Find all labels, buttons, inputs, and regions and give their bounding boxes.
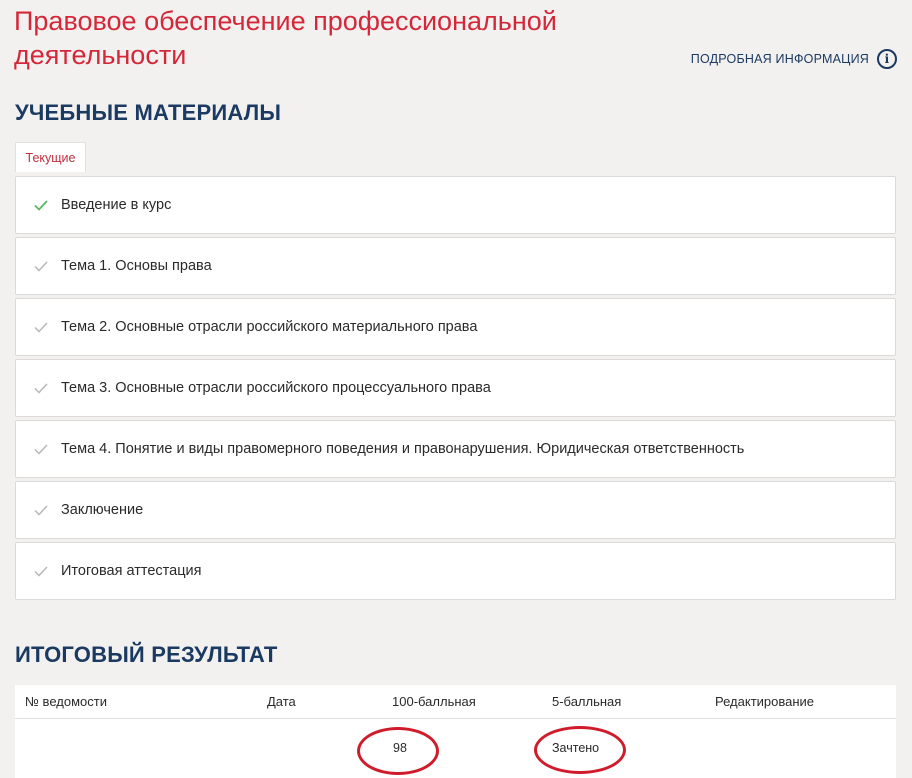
column-header-score-100: 100-балльная <box>392 694 476 709</box>
check-icon <box>34 564 54 578</box>
highlight-ellipse-score-5 <box>534 726 626 774</box>
info-icon[interactable]: i <box>877 49 897 69</box>
lesson-label: Тема 2. Основные отрасли российского мат… <box>61 319 478 335</box>
more-info-label: ПОДРОБНАЯ ИНФОРМАЦИЯ <box>690 52 869 66</box>
lesson-label: Тема 1. Основы права <box>61 258 212 274</box>
check-icon <box>34 442 54 456</box>
course-page: Правовое обеспечение профессиональной де… <box>0 0 912 778</box>
results-table: № ведомости Дата 100-балльная 5-балльная… <box>15 685 896 778</box>
lesson-label: Заключение <box>61 502 144 518</box>
more-info-link[interactable]: ПОДРОБНАЯ ИНФОРМАЦИЯ i <box>691 49 897 69</box>
materials-section-title: УЧЕБНЫЕ МАТЕРИАЛЫ <box>15 100 282 125</box>
lesson-list: Введение в курс Тема 1. Основы права Тем… <box>15 176 896 603</box>
lesson-item-intro[interactable]: Введение в курс <box>15 176 896 234</box>
check-icon <box>34 320 54 334</box>
lesson-item-conclusion[interactable]: Заключение <box>15 481 896 539</box>
lesson-item-final-exam[interactable]: Итоговая аттестация <box>15 542 896 600</box>
check-icon <box>34 381 54 395</box>
table-row: 98 Зачтено <box>15 719 896 778</box>
lesson-label: Введение в курс <box>61 197 172 213</box>
check-icon <box>34 503 54 517</box>
results-header: № ведомости Дата 100-балльная 5-балльная… <box>15 685 896 719</box>
results-section-title: ИТОГОВЫЙ РЕЗУЛЬТАТ <box>15 642 278 667</box>
lesson-item-topic-3[interactable]: Тема 3. Основные отрасли российского про… <box>15 359 896 417</box>
column-header-statement: № ведомости <box>25 694 107 709</box>
lesson-item-topic-2[interactable]: Тема 2. Основные отрасли российского мат… <box>15 298 896 356</box>
lesson-item-topic-4[interactable]: Тема 4. Понятие и виды правомерного пове… <box>15 420 896 478</box>
check-icon <box>34 198 54 212</box>
tab-current[interactable]: Текущие <box>15 142 86 172</box>
lesson-label: Итоговая аттестация <box>61 563 202 579</box>
column-header-edit: Редактирование <box>715 694 815 709</box>
lesson-item-topic-1[interactable]: Тема 1. Основы права <box>15 237 896 295</box>
course-title: Правовое обеспечение профессиональной де… <box>14 6 557 70</box>
column-header-date: Дата <box>267 694 296 709</box>
check-icon <box>34 259 54 273</box>
column-header-score-5: 5-балльная <box>552 694 622 709</box>
highlight-ellipse-score-100 <box>357 727 439 775</box>
lesson-label: Тема 4. Понятие и виды правомерного пове… <box>61 441 745 457</box>
lesson-label: Тема 3. Основные отрасли российского про… <box>61 380 491 396</box>
